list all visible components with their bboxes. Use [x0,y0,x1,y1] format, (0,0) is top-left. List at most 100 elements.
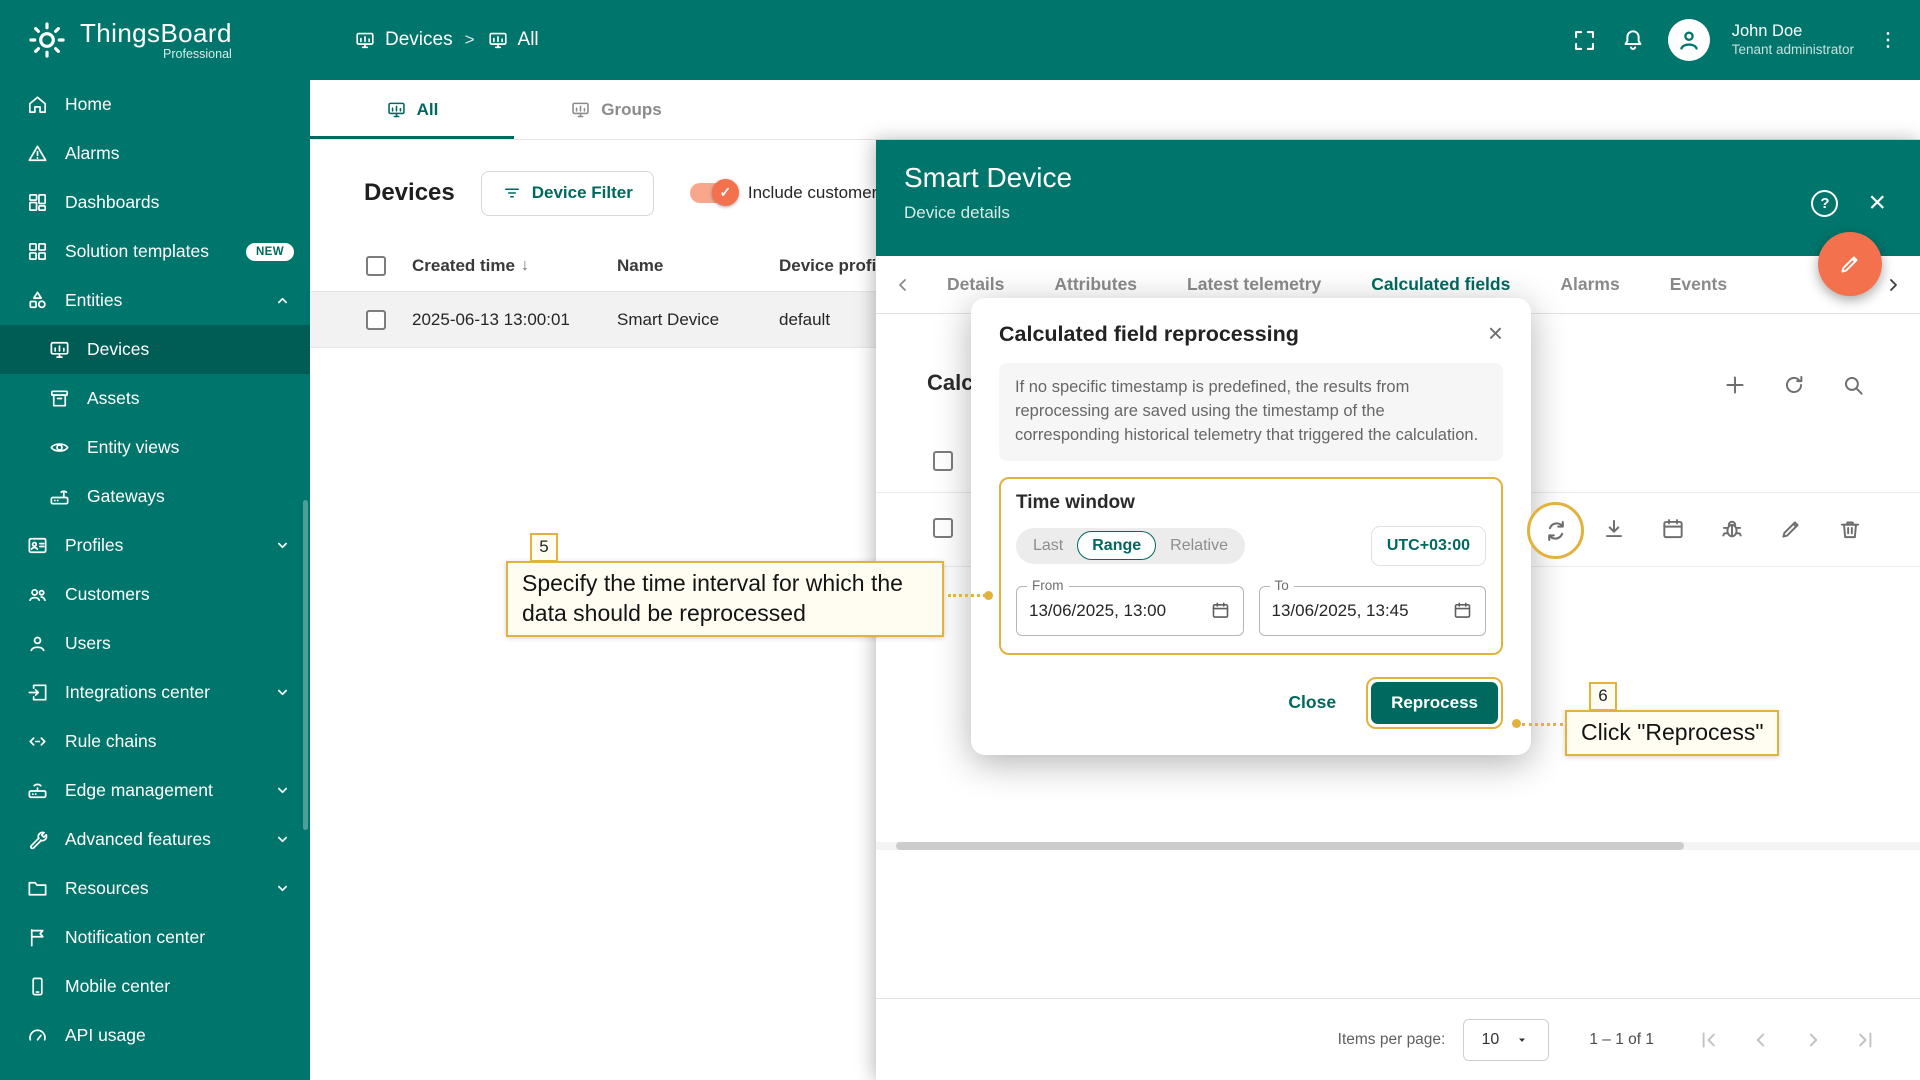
tab-events[interactable]: Events [1645,256,1752,313]
close-button[interactable]: Close [1288,692,1336,713]
devices-icon [354,29,376,51]
entities-icon [26,289,49,312]
sidebar-scrollbar[interactable] [303,500,308,830]
tab-all-label: All [417,100,439,120]
option-relative[interactable]: Relative [1156,531,1242,561]
sidebar-item-advanced-features[interactable]: Advanced features [0,815,310,864]
cf-select-all-checkbox[interactable] [933,451,953,471]
sidebar-item-edge-management[interactable]: Edge management [0,766,310,815]
sidebar-item-entity-views[interactable]: Entity views [0,423,310,472]
sidebar-item-dashboards[interactable]: Dashboards [0,178,310,227]
calendar-icon[interactable] [1452,600,1473,621]
row-checkbox[interactable] [366,310,386,330]
horizontal-scrollbar-thumb[interactable] [896,842,1684,850]
sidebar-item-assets[interactable]: Assets [0,374,310,423]
to-datetime-field[interactable]: To 13/06/2025, 13:45 [1259,586,1487,636]
sidebar-item-label: Gateways [87,486,165,507]
include-customers-toggle[interactable]: ✓ [690,183,736,203]
sidebar-item-mobile-center[interactable]: Mobile center [0,962,310,1011]
sidebar-item-label: Resources [65,878,149,899]
tabs-scroll-right-icon[interactable] [1874,273,1912,297]
cf-row-checkbox[interactable] [933,518,953,538]
dialog-close-icon[interactable]: × [1488,322,1503,345]
option-last[interactable]: Last [1019,531,1077,561]
help-icon[interactable]: ? [1811,190,1838,217]
page-size-select[interactable]: 10 [1463,1019,1549,1061]
reprocess-button[interactable]: Reprocess [1371,682,1498,724]
sidebar-item-rule-chains[interactable]: Rule chains [0,717,310,766]
profiles-icon [26,534,49,557]
annotation-step-6-text: Click "Reprocess" [1581,719,1763,745]
dialog-info-text: If no specific timestamp is predefined, … [999,363,1503,461]
tab-all[interactable]: All [310,80,514,139]
column-name[interactable]: Name [617,256,779,276]
user-avatar[interactable] [1668,19,1710,61]
customers-icon [26,583,49,606]
device-filter-button[interactable]: Device Filter [481,171,654,216]
sidebar-item-customers[interactable]: Customers [0,570,310,619]
sidebar-item-label: Assets [87,388,140,409]
api-usage-icon [26,1024,49,1047]
option-range[interactable]: Range [1077,531,1156,560]
debug-bug-icon[interactable] [1719,516,1745,542]
sidebar-item-solution-templates[interactable]: Solution templates NEW [0,227,310,276]
from-datetime-field[interactable]: From 13/06/2025, 13:00 [1016,586,1244,636]
drawer-close-icon[interactable]: × [1868,188,1886,218]
previous-page-icon[interactable] [1748,1027,1774,1053]
sidebar-item-profiles[interactable]: Profiles [0,521,310,570]
sidebar-item-entities[interactable]: Entities [0,276,310,325]
sidebar-item-alarms[interactable]: Alarms [0,129,310,178]
tab-alarms[interactable]: Alarms [1535,256,1644,313]
sidebar-item-label: Profiles [65,535,123,556]
chevron-right-icon [1881,273,1905,297]
select-all-checkbox[interactable] [366,256,386,276]
notifications-bell-icon[interactable] [1620,27,1646,53]
column-created-time[interactable]: Created time ↓ [412,256,617,276]
sidebar-item-label: Rule chains [65,731,156,752]
app-logo[interactable]: ThingsBoard Professional [0,19,312,61]
reprocess-autorenew-icon[interactable] [1542,517,1570,545]
edit-pencil-icon[interactable] [1778,516,1804,542]
include-customers-label: Include customers [748,183,886,203]
first-page-icon[interactable] [1696,1027,1722,1053]
to-label: To [1270,578,1294,593]
export-download-icon[interactable] [1601,516,1627,542]
chevron-down-icon [271,877,294,900]
delete-trash-icon[interactable] [1837,516,1863,542]
chevron-down-icon [271,681,294,704]
sidebar-item-api-usage[interactable]: API usage [0,1011,310,1060]
sidebar-item-notification-center[interactable]: Notification center [0,913,310,962]
drawer-title: Smart Device [904,162,1892,194]
edge-management-icon [26,779,49,802]
breadcrumb-devices[interactable]: Devices [354,29,453,51]
more-vertical-icon[interactable] [1876,28,1900,52]
edit-fab-button[interactable] [1818,232,1882,296]
calendar-icon[interactable] [1210,600,1231,621]
notification-center-icon [26,926,49,949]
sidebar-item-gateways[interactable]: Gateways [0,472,310,521]
time-window-label: Time window [1016,492,1486,514]
sidebar-item-resources[interactable]: Resources [0,864,310,913]
sidebar-item-home[interactable]: Home [0,80,310,129]
events-calendar-icon[interactable] [1660,516,1686,542]
fullscreen-icon[interactable] [1571,27,1598,54]
drawer-header: Smart Device Device details ? × [876,140,1920,256]
sidebar-item-users[interactable]: Users [0,619,310,668]
sidebar-item-integrations-center[interactable]: Integrations center [0,668,310,717]
tab-groups[interactable]: Groups [514,80,718,139]
user-info[interactable]: John Doe Tenant administrator [1732,21,1854,59]
timezone-button[interactable]: UTC+03:00 [1371,526,1486,566]
time-window-annotation-box: Time window Last Range Relative UTC+03:0… [999,477,1503,655]
sidebar-item-devices[interactable]: Devices [0,325,310,374]
breadcrumb-all[interactable]: All [487,29,539,51]
search-icon[interactable] [1840,372,1866,398]
sidebar-item-label: Home [65,94,112,115]
dropdown-caret-icon [1513,1031,1531,1049]
next-page-icon[interactable] [1800,1027,1826,1053]
add-icon[interactable] [1722,372,1748,398]
last-page-icon[interactable] [1852,1027,1878,1053]
thingsboard-logo-icon [26,19,68,61]
tabs-scroll-left-icon[interactable] [884,273,922,297]
row-name: Smart Device [617,310,779,330]
refresh-icon[interactable] [1781,372,1807,398]
